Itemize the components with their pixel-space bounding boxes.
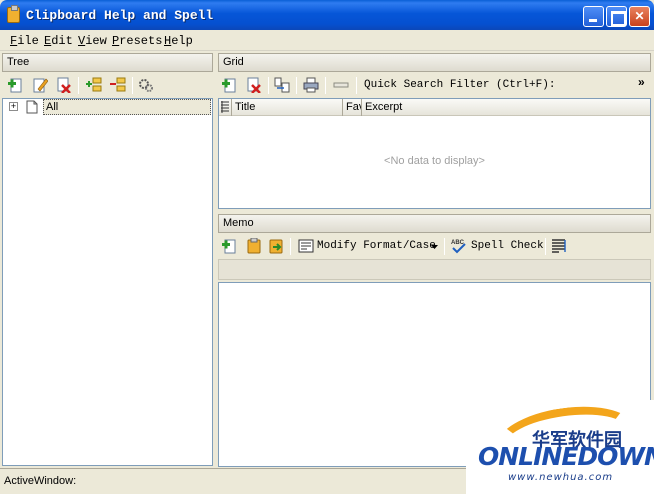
- close-button[interactable]: ✕: [629, 6, 650, 27]
- grid-empty-message: <No data to display>: [384, 155, 485, 167]
- copy-icon[interactable]: [268, 238, 284, 254]
- toolbar-separator: [444, 238, 445, 255]
- toolbar-separator: [290, 238, 291, 255]
- toolbar-separator: [268, 77, 269, 94]
- menu-presets[interactable]: Presets: [112, 34, 162, 48]
- column-title[interactable]: Title: [232, 99, 343, 116]
- minimize-button[interactable]: [583, 6, 604, 27]
- add-child-icon[interactable]: [86, 77, 102, 93]
- toolbar-separator: [132, 77, 133, 94]
- status-active-window: ActiveWindow:: [4, 475, 77, 487]
- onlinedown-watermark-logo: 华军软件园 ONLINEDOWN www.newhua.com: [466, 398, 654, 494]
- menu-edit[interactable]: Edit: [44, 34, 73, 48]
- watermark-brand-text: ONLINEDOWN: [478, 442, 654, 471]
- gear-icon[interactable]: [138, 77, 154, 93]
- modify-format-case-button[interactable]: Modify Format/Case: [317, 240, 436, 252]
- paste-icon[interactable]: [246, 238, 262, 254]
- maximize-button[interactable]: [606, 6, 627, 27]
- edit-icon[interactable]: [32, 77, 48, 93]
- spell-check-button[interactable]: Spell Check: [471, 240, 544, 252]
- tree-toolbar: [2, 73, 213, 98]
- quick-search-label: Quick Search Filter (Ctrl+F):: [364, 79, 556, 91]
- clipboard-icon: [7, 5, 20, 23]
- toolbar-separator: [325, 77, 326, 94]
- toolbar-separator: [545, 238, 546, 255]
- spellcheck-icon[interactable]: ABC: [451, 238, 467, 254]
- toolbar-separator: [356, 77, 357, 94]
- tree-pane[interactable]: + All: [2, 98, 213, 466]
- toolbar-separator: [78, 77, 79, 94]
- memo-info-bar: [218, 259, 651, 280]
- memo-toolbar: Modify Format/Case ABC Spell Check: [218, 234, 651, 259]
- grid-toolbar: Quick Search Filter (Ctrl+F): »: [218, 73, 651, 98]
- format-icon[interactable]: [298, 238, 314, 254]
- remove-child-icon[interactable]: [110, 77, 126, 93]
- add-icon[interactable]: [222, 77, 238, 93]
- memo-panel-header: Memo: [218, 214, 651, 233]
- add-icon[interactable]: [222, 238, 238, 254]
- export-icon[interactable]: [274, 77, 290, 93]
- menu-help[interactable]: Help: [164, 34, 193, 48]
- tree-node-all[interactable]: All: [43, 99, 211, 115]
- menu-bar: File Edit View Presets Help: [0, 30, 654, 51]
- word-wrap-icon[interactable]: [551, 238, 567, 254]
- toolbar-overflow-chevron-icon[interactable]: »: [638, 75, 645, 89]
- toolbar-separator: [296, 77, 297, 94]
- tree-expander[interactable]: +: [9, 102, 18, 111]
- watermark-url-text: www.newhua.com: [508, 472, 614, 483]
- add-icon[interactable]: [8, 77, 24, 93]
- grid-header-row: Title Fav Excerpt: [219, 99, 650, 116]
- document-icon: [26, 100, 38, 114]
- clear-filter-icon[interactable]: [333, 77, 349, 93]
- grid-pane[interactable]: Title Fav Excerpt <No data to display>: [218, 98, 651, 209]
- column-fav[interactable]: Fav: [343, 99, 362, 116]
- menu-file[interactable]: File: [10, 34, 39, 48]
- grid-panel-header: Grid: [218, 53, 651, 72]
- tree-panel-header: Tree: [2, 53, 213, 72]
- title-bar[interactable]: Clipboard Help and Spell ✕: [0, 0, 654, 30]
- print-icon[interactable]: [303, 77, 319, 93]
- column-excerpt[interactable]: Excerpt: [362, 99, 650, 116]
- menu-view[interactable]: View: [78, 34, 107, 48]
- window-title: Clipboard Help and Spell: [26, 8, 214, 23]
- column-chooser-icon[interactable]: [219, 99, 232, 116]
- delete-icon[interactable]: [246, 77, 262, 93]
- dropdown-arrow-icon[interactable]: [431, 245, 438, 249]
- delete-icon[interactable]: [56, 77, 72, 93]
